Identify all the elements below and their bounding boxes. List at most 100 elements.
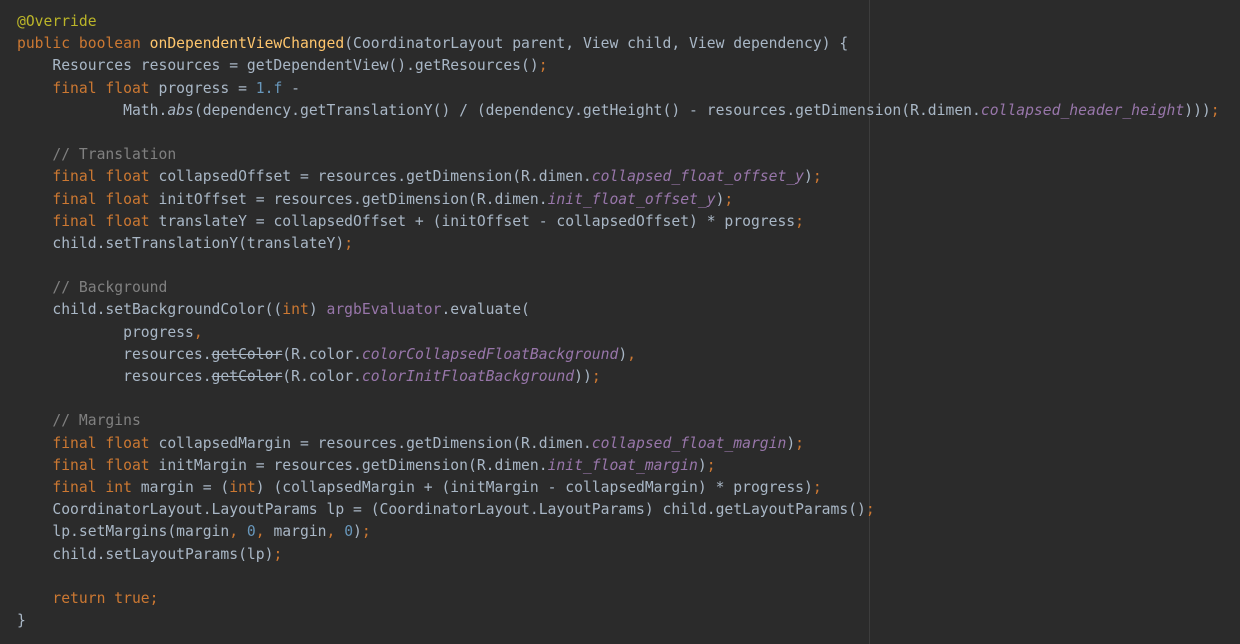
code-token: Resources resources = getDependentView()… xyxy=(17,57,539,75)
code-line[interactable]: // Background xyxy=(17,277,1220,299)
code-token: ; xyxy=(538,57,548,75)
code-token: abs xyxy=(167,101,194,119)
code-line[interactable]: child.setLayoutParams(lp); xyxy=(17,544,1220,566)
code-line[interactable]: // Margins xyxy=(17,410,1220,432)
code-token: initOffset = resources.getDimension(R.di… xyxy=(158,190,548,208)
code-text-area[interactable]: @Override public boolean onDependentViewC… xyxy=(17,11,1220,632)
code-token: ; xyxy=(795,212,804,230)
code-token: (dependency.getTranslationY() / (depende… xyxy=(193,101,981,119)
code-token: ) xyxy=(308,301,327,319)
code-line[interactable]: final float translateY = collapsedOffset… xyxy=(17,211,1220,233)
code-line[interactable]: lp.setMargins(margin, 0, margin, 0); xyxy=(17,521,1220,543)
code-token: Math. xyxy=(17,101,168,119)
code-token: final float xyxy=(17,190,159,208)
code-token: ))) xyxy=(1184,101,1211,119)
code-token: collapsed_float_margin xyxy=(591,434,787,452)
code-line[interactable]: resources.getColor(R.color.colorCollapse… xyxy=(17,344,1220,366)
code-token: final float xyxy=(17,456,159,474)
code-token: getColor xyxy=(211,345,283,363)
code-token: - xyxy=(291,79,300,97)
code-token: .evaluate( xyxy=(441,301,530,319)
code-line[interactable]: child.setBackgroundColor((int) argbEvalu… xyxy=(17,299,1220,321)
code-line[interactable] xyxy=(17,388,1220,410)
code-token: progress = xyxy=(158,79,256,97)
code-token: ; xyxy=(865,501,875,519)
code-token: ; xyxy=(706,456,716,474)
code-token: ; xyxy=(724,190,734,208)
code-token: collapsed_float_offset_y xyxy=(591,168,805,186)
code-token: ; xyxy=(149,589,159,607)
code-editor[interactable]: @Override public boolean onDependentViewC… xyxy=(0,0,1240,644)
code-token: 0 xyxy=(246,523,256,541)
code-line[interactable]: progress, xyxy=(17,322,1220,344)
code-token: argbEvaluator xyxy=(326,301,442,319)
code-token: final float xyxy=(17,212,159,230)
code-token: @Override xyxy=(17,13,97,30)
code-token: ) xyxy=(697,456,707,474)
code-token: final float xyxy=(17,434,159,452)
code-token: getColor xyxy=(211,368,283,385)
code-token: (R.color. xyxy=(282,345,362,363)
code-token: ; xyxy=(273,545,283,563)
code-line[interactable]: public boolean onDependentViewChanged(Co… xyxy=(17,33,1220,55)
code-token: (R.color. xyxy=(282,368,362,385)
code-token: // Background xyxy=(17,279,168,297)
code-token: child.setLayoutParams(lp) xyxy=(17,545,274,563)
code-line[interactable]: final float initMargin = resources.getDi… xyxy=(17,455,1220,477)
code-token: )) xyxy=(574,368,592,385)
code-token: margin = ( xyxy=(140,478,230,496)
code-line[interactable]: } xyxy=(17,610,1220,632)
code-token: colorCollapsedFloatBackground xyxy=(361,345,619,363)
code-token: CoordinatorLayout.LayoutParams lp = (Coo… xyxy=(17,501,866,519)
code-line[interactable]: final float initOffset = resources.getDi… xyxy=(17,189,1220,211)
code-line[interactable]: // Translation xyxy=(17,144,1220,166)
code-token: initMargin = resources.getDimension(R.di… xyxy=(158,456,548,474)
code-token: , xyxy=(326,523,345,541)
code-token: // Translation xyxy=(17,146,177,164)
code-line[interactable] xyxy=(17,566,1220,588)
code-token: resources. xyxy=(17,368,212,385)
code-token: final float xyxy=(17,168,159,186)
code-token: child.setBackgroundColor(( xyxy=(17,301,283,319)
code-token: 0 xyxy=(344,523,354,541)
code-line[interactable]: Resources resources = getDependentView()… xyxy=(17,55,1220,77)
code-token: final int xyxy=(17,478,141,496)
code-token: collapsedMargin = resources.getDimension… xyxy=(158,434,592,452)
code-token: resources. xyxy=(17,345,212,363)
code-line[interactable]: return true; xyxy=(17,588,1220,610)
code-token: public boolean xyxy=(17,35,150,53)
code-token: ; xyxy=(812,168,822,186)
code-token: , xyxy=(193,323,203,341)
code-token: onDependentViewChanged xyxy=(149,35,345,53)
code-token: , xyxy=(229,523,247,541)
code-token: ; xyxy=(344,234,354,252)
code-line[interactable]: resources.getColor(R.color.colorInitFloa… xyxy=(17,366,1220,388)
code-token: lp.setMargins(margin xyxy=(17,523,230,541)
code-token: collapsedOffset = resources.getDimension… xyxy=(158,168,592,186)
code-token: ) xyxy=(353,523,362,541)
code-token: int xyxy=(282,301,309,319)
code-token: } xyxy=(17,612,26,630)
code-token: ) (collapsedMargin + (initMargin - colla… xyxy=(255,478,813,496)
code-line[interactable]: final float collapsedMargin = resources.… xyxy=(17,433,1220,455)
code-line[interactable]: Math.abs(dependency.getTranslationY() / … xyxy=(17,100,1220,122)
code-line[interactable] xyxy=(17,122,1220,144)
code-line[interactable]: @Override xyxy=(17,11,1220,33)
code-token: child.setTranslationY(translateY) xyxy=(17,234,345,252)
code-token: return true xyxy=(17,589,150,607)
code-line[interactable] xyxy=(17,255,1220,277)
code-token: ; xyxy=(1210,101,1220,119)
code-token: int xyxy=(229,478,256,496)
code-token: progress xyxy=(17,323,194,341)
code-line[interactable]: CoordinatorLayout.LayoutParams lp = (Coo… xyxy=(17,499,1220,521)
code-line[interactable]: child.setTranslationY(translateY); xyxy=(17,233,1220,255)
code-token: ) xyxy=(618,345,628,363)
code-token: colorInitFloatBackground xyxy=(361,368,575,385)
code-line[interactable]: final float progress = 1.f - xyxy=(17,78,1220,100)
code-line[interactable]: final int margin = (int) (collapsedMargi… xyxy=(17,477,1220,499)
code-token: init_float_offset_y xyxy=(547,190,716,208)
code-token: collapsed_header_height xyxy=(980,101,1185,119)
code-line[interactable]: final float collapsedOffset = resources.… xyxy=(17,166,1220,188)
code-token: margin xyxy=(273,523,327,541)
code-token: ; xyxy=(361,523,371,541)
